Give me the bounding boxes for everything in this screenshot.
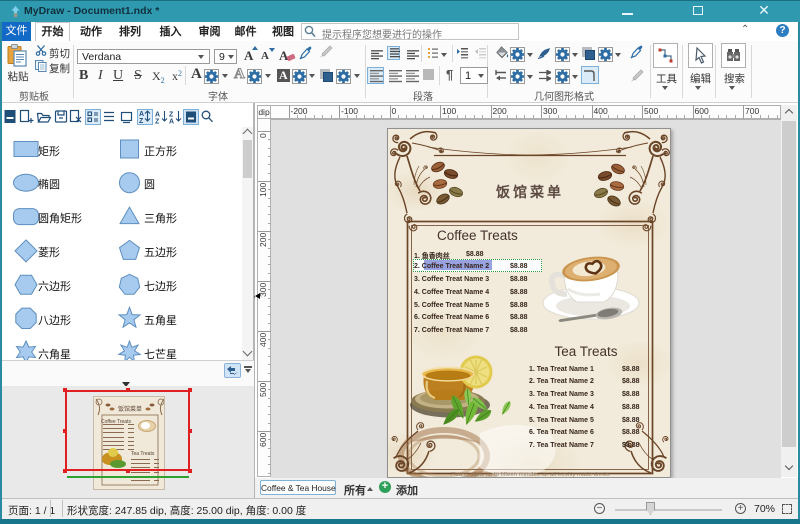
svg-text:A: A	[139, 111, 144, 118]
svg-text:A: A	[169, 119, 174, 126]
svg-text:A: A	[155, 112, 160, 119]
svg-text:Z: Z	[139, 118, 144, 125]
svg-text:Z: Z	[169, 112, 174, 119]
svg-text:Z: Z	[155, 119, 160, 126]
